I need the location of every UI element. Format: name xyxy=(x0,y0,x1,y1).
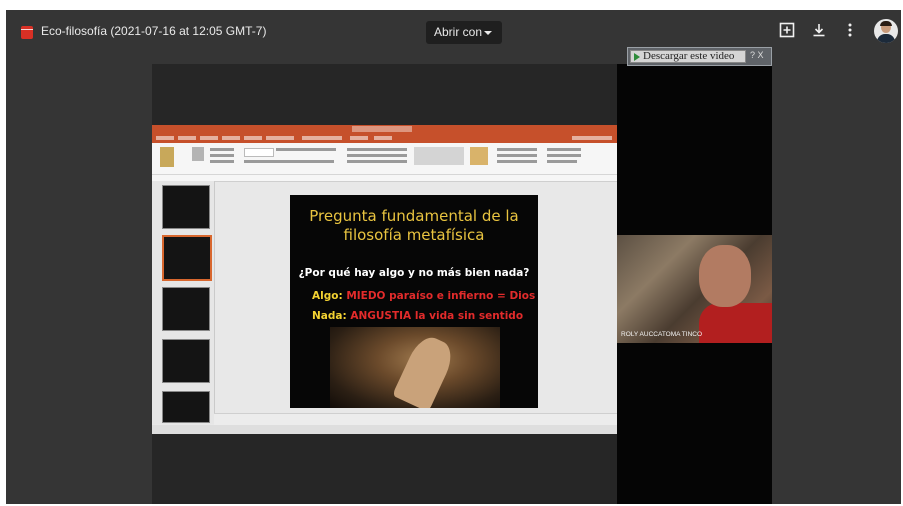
algo-text: MIEDO paraíso e infierno = Dios xyxy=(346,290,536,302)
slide-thumbnail xyxy=(162,287,210,331)
slide-line-algo: Algo: MIEDO paraíso e infierno = Dios xyxy=(312,290,535,302)
video-preview-window: Eco-filosofía (2021-07-16 at 12:05 GMT-7… xyxy=(6,10,901,504)
slide-thumbnail-selected xyxy=(162,235,212,281)
more-vert-icon[interactable] xyxy=(840,22,860,42)
slide-thumbnail xyxy=(162,185,210,229)
open-with-button[interactable]: Abrir con xyxy=(426,21,502,44)
download-video-label: Descargar este video xyxy=(643,50,735,62)
video-file-icon xyxy=(21,26,33,39)
slide-question: ¿Por qué hay algo y no más bien nada? xyxy=(298,267,530,279)
screen-share-area: Pregunta fundamental de la filosofía met… xyxy=(152,64,617,504)
nada-label: Nada: xyxy=(312,310,347,322)
powerpoint-title-bar xyxy=(152,125,617,134)
powerpoint-tabs xyxy=(152,134,617,143)
slide-thumbnails xyxy=(152,181,215,424)
video-player[interactable]: Pregunta fundamental de la filosofía met… xyxy=(152,47,772,504)
participant-video-feed: ROLY AUCCATOMA TINCO xyxy=(617,235,772,343)
slide-thumbnail xyxy=(162,391,210,423)
download-video-button[interactable]: Descargar este video xyxy=(630,50,746,63)
slide-title: Pregunta fundamental de la filosofía met… xyxy=(309,207,519,244)
participant-panel: Descargar este video ? X ROLY AUCCATOMA … xyxy=(617,47,772,504)
open-with-label: Abrir con xyxy=(434,25,483,39)
slide-line-nada: Nada: ANGUSTIA la vida sin sentido xyxy=(312,310,523,322)
slide-thumbnail xyxy=(162,339,210,383)
nada-text: ANGUSTIA la vida sin sentido xyxy=(350,310,524,322)
algo-label: Algo: xyxy=(312,290,343,302)
powerpoint-window: Pregunta fundamental de la filosofía met… xyxy=(152,125,617,434)
avatar[interactable] xyxy=(874,19,898,43)
powerpoint-ribbon xyxy=(152,143,617,182)
powerpoint-status-bar xyxy=(152,425,617,434)
participant-name: ROLY AUCCATOMA TINCO xyxy=(621,331,703,338)
chevron-down-icon xyxy=(484,31,492,35)
notes-pane xyxy=(214,413,617,425)
slide-canvas: Pregunta fundamental de la filosofía met… xyxy=(290,195,538,408)
download-icon[interactable] xyxy=(809,22,829,42)
add-to-drive-icon[interactable] xyxy=(777,22,797,42)
download-extension-bar: Descargar este video ? X xyxy=(627,47,772,66)
slide-painting xyxy=(330,327,500,408)
extension-help-close[interactable]: ? X xyxy=(750,50,764,60)
play-icon xyxy=(634,53,640,61)
file-title: Eco-filosofía (2021-07-16 at 12:05 GMT-7… xyxy=(41,24,267,38)
